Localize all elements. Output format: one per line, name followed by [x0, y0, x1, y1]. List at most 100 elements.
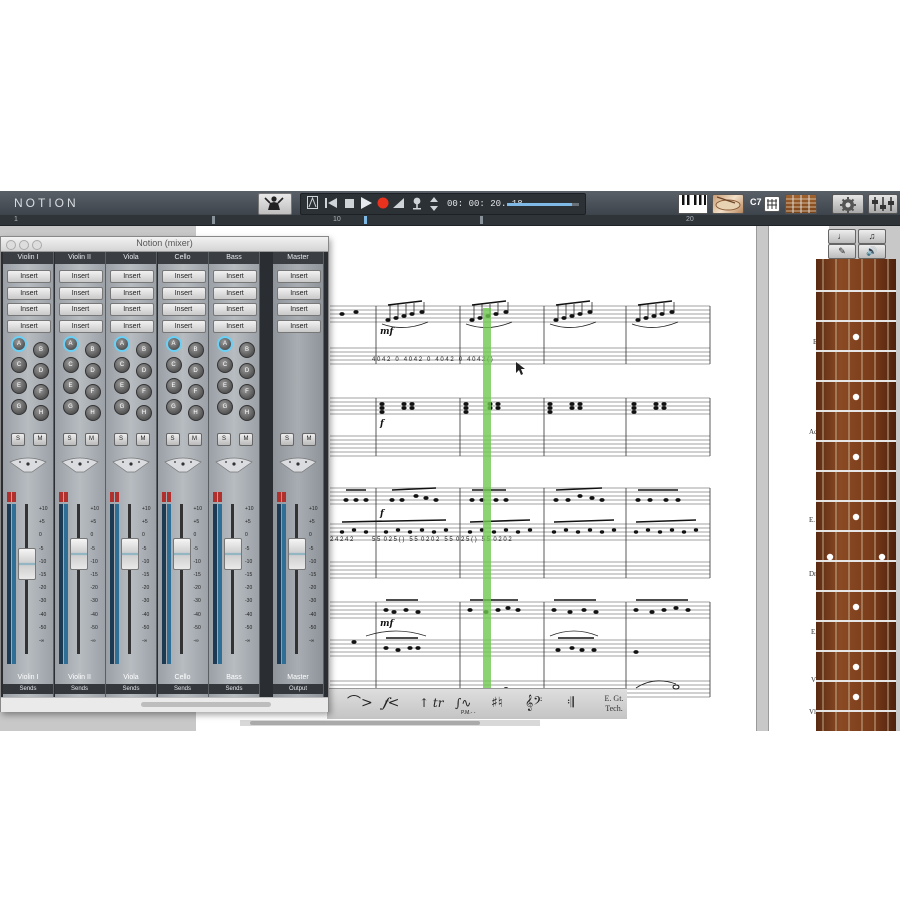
forte-icon[interactable]: 𝆑< [383, 693, 399, 713]
chord-grid-button[interactable] [764, 196, 780, 212]
rewind-icon[interactable] [325, 197, 337, 213]
insert-button[interactable]: Insert [110, 303, 154, 316]
send-knob[interactable]: D [239, 363, 255, 379]
insert-button[interactable]: Insert [58, 270, 103, 283]
pencil-button[interactable]: ✎ [828, 244, 856, 259]
mixer-scrollbar[interactable] [1, 697, 328, 712]
send-knob[interactable]: A [165, 336, 182, 352]
send-knob[interactable]: G [62, 399, 79, 415]
position-marker[interactable] [364, 216, 367, 224]
volume-fader[interactable] [172, 538, 191, 570]
send-knob[interactable]: F [239, 384, 255, 400]
fretboard-button[interactable] [785, 194, 817, 214]
pan-knob[interactable] [60, 456, 100, 474]
volume-fader[interactable] [121, 538, 139, 570]
mute-button[interactable]: M [239, 433, 253, 446]
insert-button[interactable]: Insert [161, 319, 206, 333]
mute-button[interactable]: M [33, 433, 47, 446]
insert-button[interactable]: Insert [213, 286, 257, 300]
horizontal-scrollbar[interactable] [240, 720, 540, 726]
insert-button[interactable]: Insert [277, 286, 321, 300]
send-knob[interactable]: F [33, 384, 49, 400]
clef-icon[interactable]: 𝄞𝄢 [525, 693, 542, 713]
send-knob[interactable]: H [187, 405, 204, 421]
scroll-thumb[interactable] [141, 702, 271, 707]
mute-button[interactable]: M [84, 433, 99, 446]
send-knob[interactable]: E [62, 378, 79, 394]
solo-button[interactable]: S [62, 433, 77, 446]
insert-button[interactable]: Insert [7, 319, 51, 333]
mixer-title-bar[interactable]: Notion (mixer) [1, 237, 328, 252]
volume-slider[interactable] [507, 203, 579, 206]
pan-knob[interactable] [163, 456, 203, 474]
send-knob[interactable]: C [217, 357, 233, 373]
insert-button[interactable]: Insert [110, 319, 154, 333]
pan-knob[interactable] [278, 456, 318, 474]
solo-button[interactable]: S [280, 433, 294, 446]
send-knob[interactable]: E [11, 378, 27, 394]
insert-button[interactable]: Insert [213, 270, 257, 283]
insert-button[interactable]: Insert [277, 303, 321, 316]
scroll-thumb[interactable] [250, 721, 480, 725]
insert-button[interactable]: Insert [161, 270, 206, 283]
send-knob[interactable]: E [217, 378, 233, 394]
timeline-ruler[interactable]: 1 10 20 [0, 215, 900, 226]
send-knob[interactable]: A [62, 336, 79, 352]
mute-button[interactable]: M [187, 433, 202, 446]
send-knob[interactable]: B [136, 342, 152, 358]
send-knob[interactable]: E [165, 378, 182, 394]
send-knob[interactable]: A [114, 336, 130, 352]
volume-fader[interactable] [18, 547, 36, 580]
chord-entry-button[interactable]: ♫ [858, 229, 886, 244]
record-icon[interactable] [377, 197, 389, 213]
send-knob[interactable]: H [33, 405, 49, 421]
send-knob[interactable]: A [11, 336, 27, 352]
send-knob[interactable]: C [114, 357, 130, 373]
instrument-button[interactable] [712, 194, 744, 214]
send-knob[interactable]: B [33, 342, 49, 358]
send-knob[interactable]: C [62, 357, 79, 373]
send-knob[interactable]: B [84, 342, 101, 358]
metronome-icon[interactable] [307, 196, 318, 213]
send-knob[interactable]: B [239, 342, 255, 358]
send-knob[interactable]: F [136, 384, 152, 400]
insert-button[interactable]: Insert [7, 286, 51, 300]
settings-button[interactable] [832, 194, 864, 214]
guitar-fretboard[interactable] [816, 259, 896, 731]
insert-button[interactable]: Insert [110, 286, 154, 300]
insert-button[interactable]: Insert [161, 303, 206, 316]
conductor-button[interactable] [258, 193, 292, 215]
up-down-icon[interactable] [430, 197, 438, 215]
volume-fader[interactable] [224, 538, 242, 570]
pan-knob[interactable] [111, 456, 151, 474]
send-knob[interactable]: C [11, 357, 27, 373]
mic-icon[interactable] [411, 197, 423, 214]
insert-button[interactable]: Insert [277, 319, 321, 333]
playhead[interactable] [483, 308, 491, 708]
stop-icon[interactable] [344, 197, 355, 213]
send-knob[interactable]: F [84, 384, 101, 400]
send-knob[interactable]: G [165, 399, 182, 415]
send-knob[interactable]: G [11, 399, 27, 415]
loop-start-marker[interactable] [212, 216, 215, 224]
keyboard-button[interactable] [678, 194, 708, 214]
volume-fader[interactable] [69, 538, 88, 570]
sound-button[interactable]: 🔊 [858, 244, 886, 259]
pan-knob[interactable] [214, 456, 254, 474]
send-knob[interactable]: G [114, 399, 130, 415]
send-knob[interactable]: D [187, 363, 204, 379]
send-knob[interactable]: D [33, 363, 49, 379]
mute-button[interactable]: M [136, 433, 150, 446]
insert-button[interactable]: Insert [58, 286, 103, 300]
repeat-icon[interactable]: 𝄇 [567, 693, 574, 713]
insert-button[interactable]: Insert [110, 270, 154, 283]
send-knob[interactable]: D [136, 363, 152, 379]
send-knob[interactable]: A [217, 336, 233, 352]
send-knob[interactable]: E [114, 378, 130, 394]
pan-knob[interactable] [8, 456, 48, 474]
send-knob[interactable]: B [187, 342, 204, 358]
insert-button[interactable]: Insert [58, 303, 103, 316]
solo-button[interactable]: S [217, 433, 231, 446]
insert-button[interactable]: Insert [161, 286, 206, 300]
volume-fader[interactable] [288, 538, 306, 570]
